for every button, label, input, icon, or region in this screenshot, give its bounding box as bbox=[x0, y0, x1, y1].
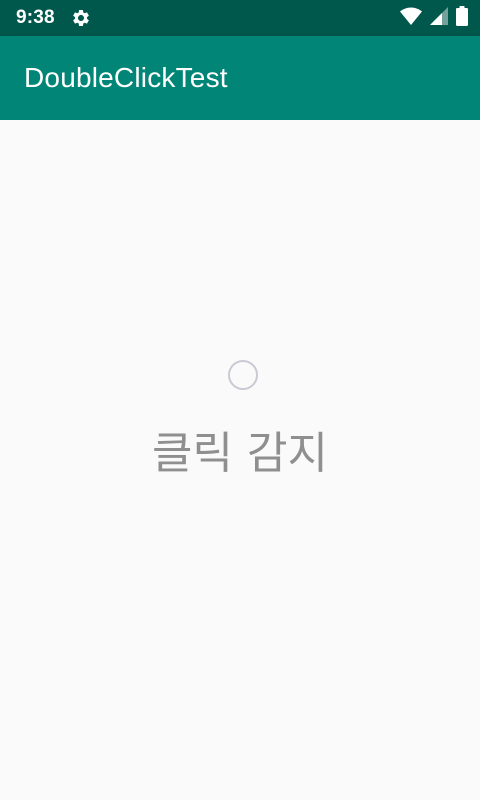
app-bar: DoubleClickTest bbox=[0, 36, 480, 120]
status-bar: 9:38 bbox=[0, 0, 480, 36]
status-time: 9:38 bbox=[16, 7, 55, 28]
wifi-icon bbox=[400, 7, 422, 29]
click-detect-label: 클릭 감지 bbox=[152, 428, 328, 479]
cell-signal-icon bbox=[430, 7, 448, 29]
radio-button[interactable] bbox=[228, 360, 258, 390]
battery-icon bbox=[456, 6, 468, 30]
status-icons bbox=[400, 6, 468, 30]
app-title: DoubleClickTest bbox=[24, 62, 228, 93]
main-content: 클릭 감지 bbox=[0, 120, 480, 800]
settings-gear-icon bbox=[70, 7, 92, 29]
